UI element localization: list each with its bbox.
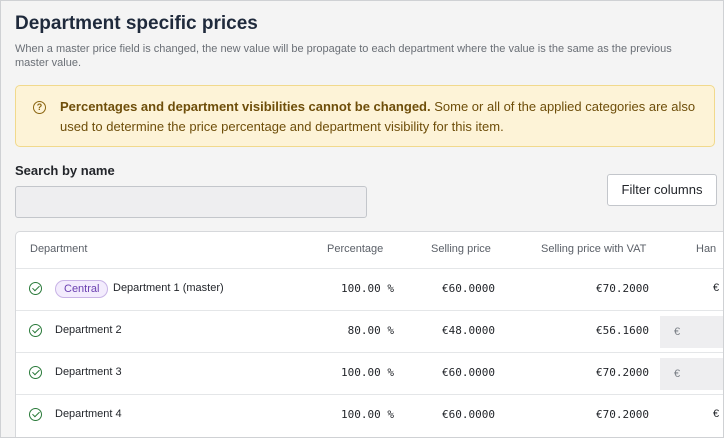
department-prices-panel: Department specific prices When a master… [0,0,724,438]
search-label: Search by name [15,163,115,178]
euro-prefix: € [674,368,681,380]
selling-price-vat-value: €70.2000 [596,366,649,379]
search-input[interactable] [15,186,367,218]
selling-price-vat-value: €70.2000 [596,408,649,421]
central-badge: Central [55,280,109,298]
table-row: Department 4 100.00 % €60.0000 €70.2000 … [16,394,723,437]
table-row: Department 2 80.00 % €48.0000 €56.1600 € [16,310,723,353]
table-row: Department 3 100.00 % €60.0000 €70.2000 … [16,352,723,395]
alert-bold-text: Percentages and department visibilities … [60,99,431,114]
check-circle-icon [29,324,42,337]
check-circle-icon [29,366,42,379]
price-input[interactable]: € [660,316,723,348]
truncated-value: € [713,282,720,294]
check-circle-icon [29,282,42,295]
question-circle-icon: ? [33,101,46,114]
table-row: Central Department 1 (master) 100.00 % €… [16,268,723,311]
check-circle-icon [29,408,42,421]
header-percentage[interactable]: Percentage [327,243,383,255]
selling-price-value: €60.0000 [442,282,495,295]
department-name: Department 2 [55,324,122,336]
percentage-value: 100.00 % [341,366,394,379]
truncated-value: € [713,408,720,420]
warning-alert: ? Percentages and department visibilitie… [15,85,715,147]
department-name: Department 3 [55,366,122,378]
header-truncated[interactable]: Han [696,243,716,255]
alert-message: Percentages and department visibilities … [60,97,704,137]
selling-price-value: €48.0000 [442,324,495,337]
euro-prefix: € [674,326,681,338]
selling-price-vat-value: €56.1600 [596,324,649,337]
header-department[interactable]: Department [30,243,87,255]
selling-price-vat-value: €70.2000 [596,282,649,295]
percentage-value: 100.00 % [341,408,394,421]
filter-columns-button[interactable]: Filter columns [607,174,717,206]
page-title: Department specific prices [15,13,258,34]
department-name: Department 4 [55,408,122,420]
page-subtitle: When a master price field is changed, th… [15,43,672,69]
selling-price-value: €60.0000 [442,408,495,421]
header-selling-price[interactable]: Selling price [431,243,491,255]
department-name: Department 1 (master) [113,282,224,294]
price-input[interactable]: € [660,358,723,390]
header-selling-price-vat[interactable]: Selling price with VAT [541,243,646,255]
percentage-value: 80.00 % [347,324,394,337]
prices-table: Department Percentage Selling price Sell… [15,231,723,437]
percentage-value: 100.00 % [341,282,394,295]
selling-price-value: €60.0000 [442,366,495,379]
